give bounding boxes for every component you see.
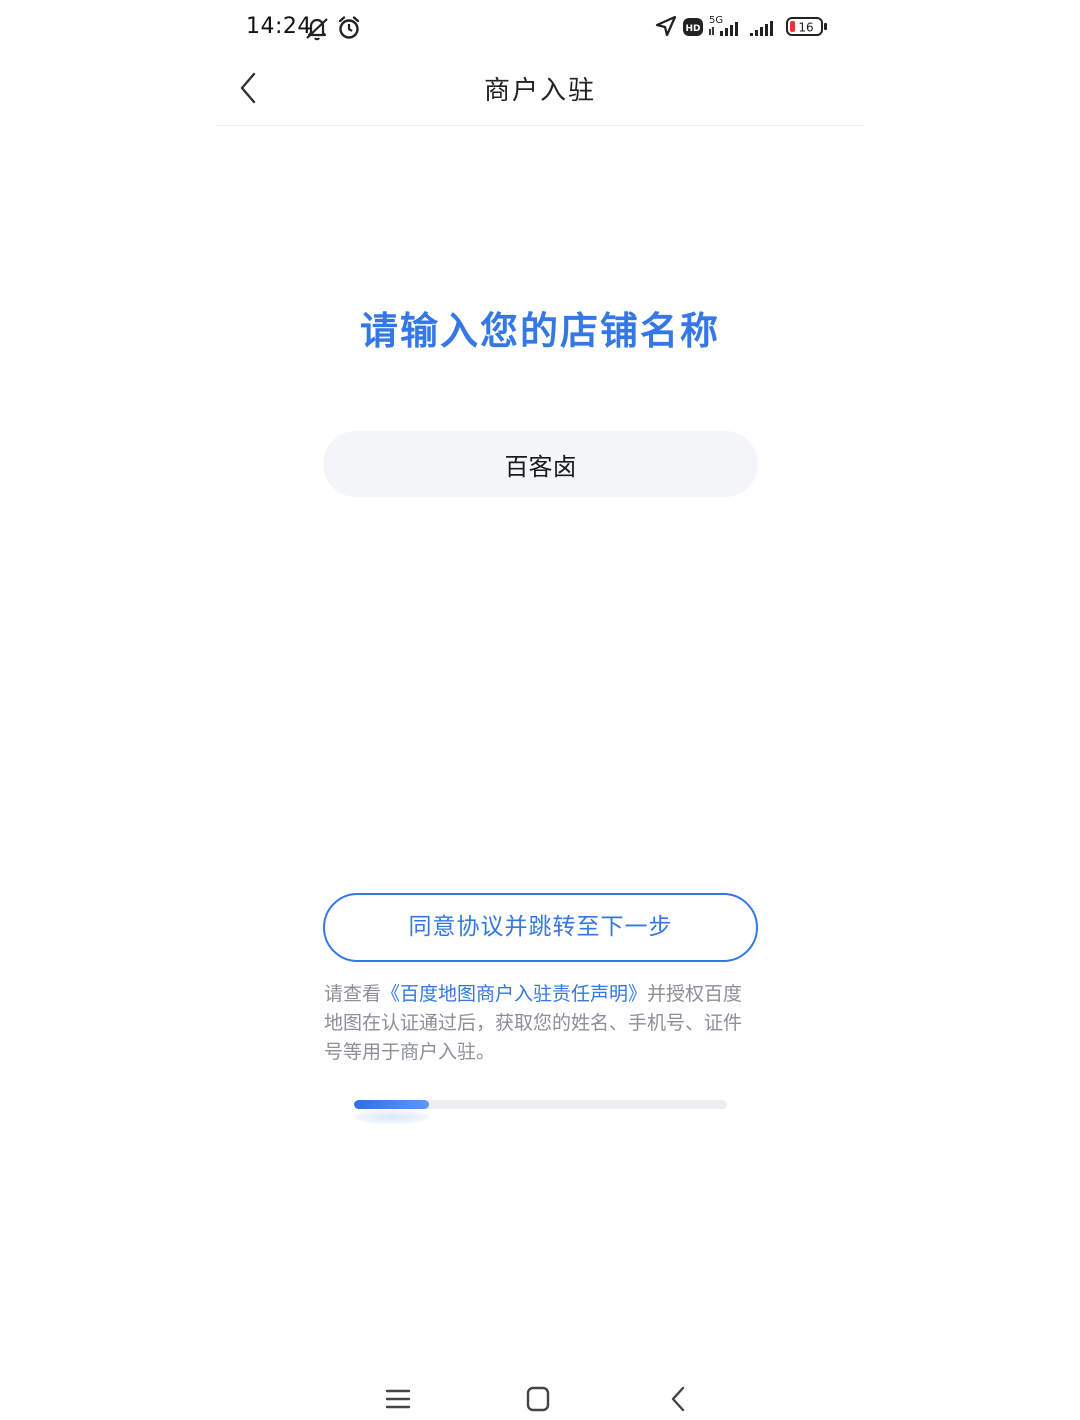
signal-5g-icon: 5G bbox=[708, 13, 746, 43]
back-icon[interactable] bbox=[664, 1384, 694, 1414]
agreement-link[interactable]: 《百度地图商户入驻责任声明》 bbox=[381, 983, 647, 1005]
location-icon bbox=[654, 14, 678, 44]
agreement-prefix: 请查看 bbox=[324, 983, 382, 1005]
store-name-input[interactable] bbox=[323, 431, 758, 497]
status-time: 14:24 bbox=[246, 14, 312, 39]
battery-icon: 16 bbox=[786, 16, 828, 42]
progress-bar bbox=[354, 1100, 727, 1109]
progress-fill bbox=[354, 1100, 429, 1109]
agree-next-button[interactable]: 同意协议并跳转至下一步 bbox=[323, 893, 758, 962]
screen: 14:24 HD 5G 16 商户入驻 请输入您的店铺名称 百客卤 同意协议并跳… bbox=[0, 0, 1080, 1420]
network-label: 5G bbox=[709, 15, 723, 26]
battery-level: 16 bbox=[798, 21, 813, 35]
agreement-notice: 请查看《百度地图商户入驻责任声明》并授权百度地图在认证通过后，获取您的姓名、手机… bbox=[324, 980, 744, 1067]
status-bar: 14:24 HD 5G 16 bbox=[216, 0, 864, 56]
menu-icon[interactable] bbox=[383, 1384, 413, 1414]
nav-bar: 商户入驻 bbox=[216, 56, 864, 126]
hd-badge-text: HD bbox=[685, 24, 700, 34]
mute-icon bbox=[304, 14, 330, 46]
page-title: 商户入驻 bbox=[483, 76, 596, 106]
home-icon[interactable] bbox=[523, 1384, 553, 1414]
signal-icon bbox=[749, 13, 779, 43]
alarm-icon bbox=[336, 14, 362, 46]
progress-glow bbox=[354, 1110, 429, 1124]
hd-icon: HD bbox=[683, 18, 703, 40]
system-nav-bar bbox=[216, 1370, 864, 1420]
store-name-prompt: 请输入您的店铺名称 bbox=[359, 309, 720, 353]
